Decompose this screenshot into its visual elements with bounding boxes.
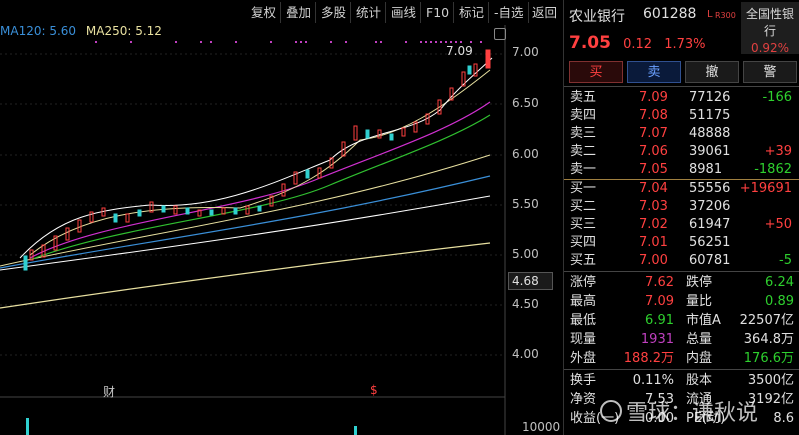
ma5-line [19, 57, 493, 259]
current-price-tag: 4.68 [508, 272, 553, 290]
ask-row-4[interactable]: 卖四 7.08 51175 [564, 107, 799, 125]
tick-5.50: 5.50 [512, 197, 539, 211]
quote-panel: 农业银行 601288 L R300 全国性银 行 0.92% 7.05 0.1… [563, 0, 799, 435]
high-label: 7.09 [446, 44, 473, 58]
stats-divider [564, 271, 799, 272]
stat-row-outer-inner: 外盘 188.2万 内盘 176.6万 [570, 351, 794, 366]
ask-row-5[interactable]: 卖五 7.09 77126 -166 [564, 89, 799, 107]
stat-row-limit: 涨停 7.62 跌停 6.24 [570, 275, 794, 290]
tick-4.00: 4.00 [512, 347, 539, 361]
stat-row-turnover: 换手 0.11% 股本 3500亿 [570, 373, 794, 388]
stats-divider-2 [564, 369, 799, 370]
chart-toggle-icon[interactable] [494, 28, 506, 40]
tick-5.00: 5.00 [512, 247, 539, 261]
candles [23, 49, 491, 271]
xueqiu-logo-icon [600, 400, 622, 422]
buy-button[interactable]: 买 [569, 61, 623, 83]
divider [564, 86, 799, 87]
kline-chart[interactable] [0, 0, 563, 435]
ma120-line [0, 175, 491, 269]
bid-row-5[interactable]: 买五 7.00 60781 -5 [564, 252, 799, 270]
price-row: 7.05 0.12 1.73% [569, 33, 706, 53]
watermark: 雪球：谦秋说 [600, 395, 758, 427]
cancel-order-button[interactable]: 撤 [685, 61, 739, 83]
bid-row-3[interactable]: 买三 7.02 61947 +50 [564, 216, 799, 234]
marker-s: $ [370, 383, 378, 397]
volume-bars [26, 418, 357, 435]
bid-row-4[interactable]: 买四 7.01 56251 [564, 234, 799, 252]
ask-row-2[interactable]: 卖二 7.06 39061 +39 [564, 143, 799, 161]
marker-cai: 财 [103, 385, 116, 399]
tick-4.50: 4.50 [512, 297, 539, 311]
sell-button[interactable]: 卖 [627, 61, 681, 83]
ma20-line [29, 101, 491, 259]
badge-r300: R300 [715, 11, 736, 20]
last-price: 7.05 [569, 33, 611, 53]
ma60-line [0, 154, 491, 267]
stat-row-low: 最低 6.91 市值A 22507亿 [570, 313, 794, 328]
price-change-pct: 1.73% [664, 37, 706, 52]
tick-6.00: 6.00 [512, 147, 539, 161]
ask-row-1[interactable]: 卖一 7.05 8981 -1862 [564, 161, 799, 179]
alert-button[interactable]: 警 [743, 61, 797, 83]
tick-6.50: 6.50 [512, 96, 539, 110]
signal-dots [95, 41, 482, 43]
bid-row-1[interactable]: 买一 7.04 55556 +19691 [564, 180, 799, 198]
ma-white-line [0, 195, 491, 271]
ask-row-3[interactable]: 卖三 7.07 48888 [564, 125, 799, 143]
industry-name-line1: 全国性银 [745, 7, 794, 21]
bid-row-2[interactable]: 买二 7.03 37206 [564, 198, 799, 216]
badge-l: L [707, 9, 713, 20]
stock-code: 601288 [643, 6, 697, 22]
stat-row-high: 最高 7.09 量比 0.89 [570, 294, 794, 309]
ma250-line [0, 242, 491, 309]
industry-box[interactable]: 全国性银 行 0.92% [741, 2, 799, 55]
tick-7.00: 7.00 [512, 45, 539, 59]
industry-name-line2: 行 [763, 24, 776, 38]
industry-pct: 0.92% [750, 41, 790, 55]
stat-row-volume: 现量 1931 总量 364.8万 [570, 332, 794, 347]
price-change: 0.12 [623, 37, 653, 52]
stock-name: 农业银行 [569, 9, 625, 25]
ma10-line [29, 69, 491, 256]
